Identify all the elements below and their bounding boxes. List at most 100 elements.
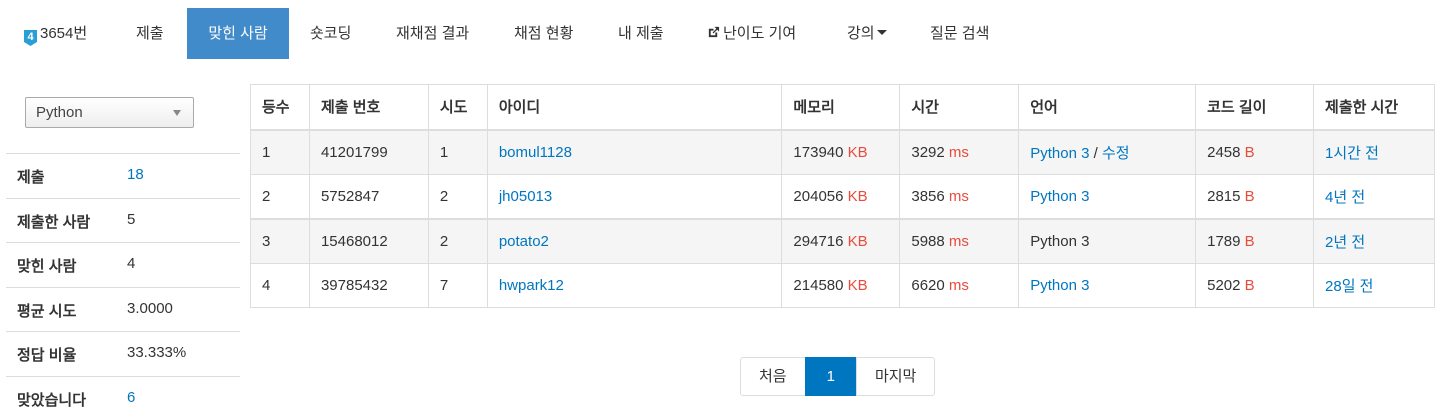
col-header-rank: 등수 <box>250 84 310 131</box>
stat-value-link[interactable]: 6 <box>127 389 135 406</box>
language-link[interactable]: Python 3 <box>1030 188 1089 205</box>
problem-number: 3654번 <box>40 25 88 42</box>
submitted-time-link[interactable]: 1시간 전 <box>1325 145 1379 162</box>
nav-accepted-users[interactable]: 맞힌 사람 <box>187 8 289 59</box>
pagination-last[interactable]: 마지막 <box>855 357 936 396</box>
submission-cell: 41201799 <box>308 129 429 175</box>
stat-label: 맞힌 사람 <box>17 258 77 275</box>
time-value: 3292 <box>911 143 945 161</box>
time-unit: ms <box>948 143 969 161</box>
table-row: 2 5752847 2 jh05013 204056 KB 3856 ms Py… <box>250 173 1435 219</box>
memory-cell: 214580 KB <box>781 262 901 308</box>
language-separator: / <box>1089 144 1102 162</box>
user-link[interactable]: bomul1128 <box>499 144 572 161</box>
rank-cell: 2 <box>250 173 310 219</box>
nav-question-search[interactable]: 질문 검색 <box>930 8 989 59</box>
tier-badge-icon: 4 <box>24 30 37 46</box>
stat-row-accepted-users: 맞힌 사람 4 <box>6 242 240 287</box>
time-unit: ms <box>948 187 969 205</box>
user-link[interactable]: hwpark12 <box>499 277 564 294</box>
pagination-first[interactable]: 처음 <box>740 357 806 396</box>
user-link[interactable]: jh05013 <box>499 188 552 205</box>
nav-difficulty-contribution[interactable]: 난이도 기여 <box>707 8 796 59</box>
stat-row-average-tries: 평균 시도 3.0000 <box>6 286 240 332</box>
nav-rejudge-results[interactable]: 재채점 결과 <box>396 8 469 59</box>
stat-value: 5 <box>127 210 136 228</box>
submission-cell: 39785432 <box>308 262 429 308</box>
nav-status[interactable]: 채점 현황 <box>514 8 573 59</box>
code-length-value: 2458 <box>1207 143 1241 161</box>
submitted-time-link[interactable]: 28일 전 <box>1325 278 1373 295</box>
code-length-value: 2815 <box>1207 187 1241 205</box>
stat-label: 맞았습니다 <box>17 391 87 409</box>
col-header-code-length: 코드 길이 <box>1195 84 1315 131</box>
submitted-cell: 2년 전 <box>1313 217 1435 264</box>
memory-unit: KB <box>847 143 868 161</box>
nav-lectures-dropdown[interactable]: 강의 <box>847 8 887 59</box>
stat-label: 제출 <box>17 169 45 186</box>
time-value: 3856 <box>911 187 945 205</box>
nav-difficulty-label: 난이도 기여 <box>723 25 797 42</box>
language-link[interactable]: Python 3 <box>1030 145 1089 162</box>
submitted-cell: 1시간 전 <box>1313 129 1435 175</box>
chevron-down-icon <box>876 30 887 35</box>
stats-panel: 제출 18 제출한 사람 5 맞힌 사람 4 평균 시도 3.0000 정답 비… <box>6 153 240 419</box>
time-unit: ms <box>948 232 969 250</box>
user-cell: hwpark12 <box>486 262 783 308</box>
stat-row-accept-ratio: 정답 비율 33.333% <box>6 331 240 376</box>
time-cell: 5988 ms <box>899 217 1020 264</box>
language-link[interactable]: Python 3 <box>1030 277 1089 294</box>
table-row: 1 41201799 1 bomul1128 173940 KB 3292 ms… <box>250 129 1435 175</box>
external-link-icon <box>708 26 720 38</box>
stat-value: 4 <box>127 255 136 272</box>
col-header-language: 언어 <box>1018 84 1197 131</box>
code-length-cell: 2458 B <box>1195 129 1315 175</box>
memory-unit: KB <box>847 276 868 294</box>
col-header-user: 아이디 <box>486 84 783 131</box>
submission-cell: 5752847 <box>308 173 429 219</box>
code-length-unit: B <box>1244 276 1255 294</box>
code-length-value: 1789 <box>1207 232 1241 250</box>
code-length-unit: B <box>1244 187 1255 205</box>
stat-row-submissions: 제출 18 <box>6 153 240 198</box>
memory-cell: 204056 KB <box>781 173 901 219</box>
dropdown-arrow-icon <box>173 110 181 116</box>
rank-cell: 1 <box>250 129 310 175</box>
user-cell: bomul1128 <box>486 129 783 175</box>
language-cell: Python 3 <box>1018 217 1197 264</box>
time-value: 5988 <box>911 232 945 250</box>
ranking-table: 등수 제출 번호 시도 아이디 메모리 시간 언어 코드 길이 제출한 시간 1… <box>250 84 1435 308</box>
language-text: Python 3 <box>1030 232 1090 250</box>
table-header-row: 등수 제출 번호 시도 아이디 메모리 시간 언어 코드 길이 제출한 시간 <box>250 84 1435 131</box>
stat-row-accepted: 맞았습니다 6 <box>6 375 240 419</box>
problem-link[interactable]: 4 3654번 <box>24 8 87 59</box>
memory-value: 294716 <box>793 232 844 250</box>
code-length-cell: 2815 B <box>1195 173 1315 219</box>
nav-submit[interactable]: 제출 <box>136 8 164 59</box>
user-link[interactable]: potato2 <box>499 233 549 250</box>
rank-cell: 3 <box>250 217 310 264</box>
user-cell: potato2 <box>486 217 783 264</box>
nav-lectures-label: 강의 <box>847 25 875 42</box>
tries-cell: 7 <box>427 262 488 308</box>
language-cell: Python 3 <box>1018 173 1197 219</box>
language-select[interactable]: Python <box>25 97 194 128</box>
tries-cell: 2 <box>427 217 488 264</box>
language-cell: Python 3 <box>1018 262 1197 308</box>
col-header-submission: 제출 번호 <box>308 84 429 131</box>
pagination: 처음 1 마지막 <box>740 357 936 396</box>
submitted-time-link[interactable]: 2년 전 <box>1325 234 1365 251</box>
nav-my-submissions[interactable]: 내 제출 <box>618 8 664 59</box>
submitted-time-link[interactable]: 4년 전 <box>1325 189 1365 206</box>
edit-link[interactable]: 수정 <box>1102 145 1130 162</box>
memory-unit: KB <box>847 232 868 250</box>
col-header-time: 시간 <box>899 84 1020 131</box>
stat-value-link[interactable]: 18 <box>127 166 144 183</box>
memory-value: 173940 <box>793 143 844 161</box>
nav-short-coding[interactable]: 숏코딩 <box>310 8 351 59</box>
memory-cell: 294716 KB <box>781 217 901 264</box>
code-length-unit: B <box>1244 232 1255 250</box>
time-cell: 3856 ms <box>899 173 1020 219</box>
pagination-current-page[interactable]: 1 <box>804 357 857 396</box>
code-length-unit: B <box>1244 143 1255 161</box>
